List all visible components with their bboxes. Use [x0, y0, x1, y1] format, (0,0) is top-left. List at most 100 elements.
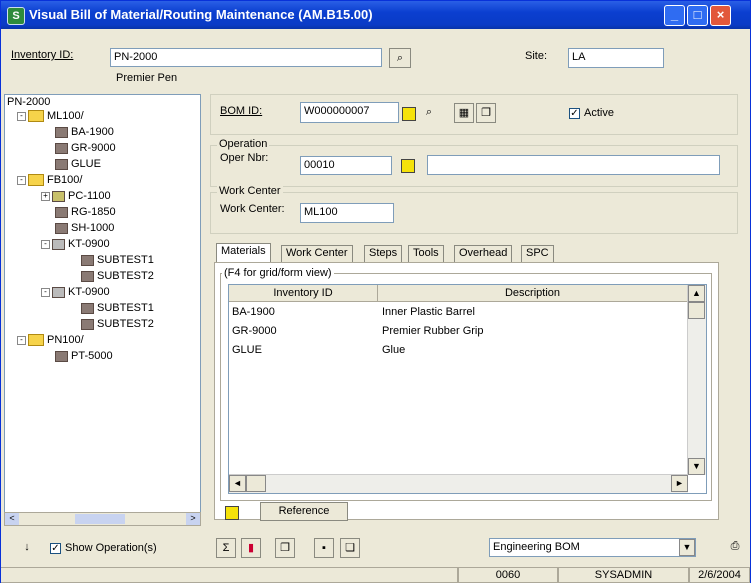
part-icon — [55, 142, 68, 154]
copy-icon[interactable]: ❐ — [476, 103, 496, 123]
paste-icon[interactable]: ❏ — [340, 538, 360, 558]
part-icon — [55, 222, 68, 234]
grid-cell[interactable]: BA-1900 — [232, 306, 275, 318]
tab-tools[interactable]: Tools — [408, 245, 444, 262]
workcenter-group: Work Center Work Center: ML100 — [210, 185, 738, 234]
tree-root[interactable]: PN-2000 — [7, 95, 50, 109]
bom-tree[interactable]: PN-2000 - ML100/ BA-1900 GR-9000 GLUE - FB… — [4, 94, 201, 513]
close-button[interactable]: × — [710, 5, 731, 26]
bom-id-label: BOM ID: — [220, 105, 263, 117]
active-checkbox[interactable]: ✓ Active — [569, 107, 614, 119]
tree-node[interactable]: - ML100/ — [17, 109, 84, 123]
tree-node[interactable]: SUBTEST2 — [81, 317, 154, 331]
column-header-description[interactable]: Description — [378, 285, 688, 302]
show-operations-checkbox[interactable]: ✓ Show Operation(s) — [50, 542, 157, 554]
maximize-button[interactable]: □ — [687, 5, 708, 26]
grid-cell[interactable]: GLUE — [232, 344, 262, 356]
operation-group: Operation Oper Nbr: 00010 — [210, 138, 738, 187]
part-icon — [55, 350, 68, 362]
binoculars-icon[interactable]: ⌕ — [419, 103, 439, 123]
tree-node[interactable]: SH-1000 — [55, 221, 114, 235]
save-icon[interactable]: ▪ — [314, 538, 334, 558]
site-label: Site: — [525, 50, 548, 62]
tab-steps[interactable]: Steps — [364, 245, 403, 262]
scroll-thumb[interactable] — [688, 302, 705, 319]
copy-icon[interactable]: ❐ — [275, 538, 295, 558]
scroll-right-arrow-icon[interactable]: > — [186, 513, 200, 525]
tab-spc[interactable]: SPC — [521, 245, 554, 262]
tree-node[interactable]: RG-1850 — [55, 205, 116, 219]
tree-node[interactable]: GR-9000 — [55, 141, 116, 155]
sum-icon[interactable]: Σ — [216, 538, 236, 558]
scroll-left-arrow-icon[interactable]: < — [5, 513, 19, 525]
tree-hscrollbar[interactable]: < > — [4, 512, 201, 526]
tab-work-center[interactable]: Work Center — [281, 245, 353, 262]
oper-nbr-label: Oper Nbr: — [220, 152, 269, 164]
folder-icon — [28, 174, 44, 187]
folder-icon — [28, 110, 44, 123]
grid-hint: (F4 for grid/form view) — [222, 267, 334, 279]
workcenter-field[interactable]: ML100 — [300, 203, 394, 223]
part-icon — [81, 254, 94, 266]
chart-icon[interactable]: ▮ — [241, 538, 261, 558]
operation-description-field[interactable] — [427, 155, 720, 175]
folder-icon — [28, 334, 44, 347]
chevron-down-icon[interactable]: ▼ — [679, 539, 695, 556]
note-icon[interactable] — [401, 159, 415, 173]
bom-type-select[interactable]: Engineering BOM — [489, 538, 696, 557]
materials-grid[interactable]: Inventory ID Description BA-1900 Inner P… — [228, 284, 707, 494]
tree-node[interactable]: GLUE — [55, 157, 101, 171]
tree-node[interactable]: PT-5000 — [55, 349, 113, 363]
inventory-id-field[interactable]: PN-2000 — [110, 48, 382, 67]
minimize-button[interactable]: _ — [664, 5, 685, 26]
title-bar[interactable]: S Visual Bill of Material/Routing Mainte… — [1, 1, 750, 29]
kit-icon — [52, 238, 65, 250]
tree-node[interactable]: SUBTEST2 — [81, 269, 154, 283]
note-icon[interactable] — [225, 506, 239, 520]
binoculars-icon[interactable]: ⌕ — [389, 48, 411, 68]
oper-nbr-field[interactable]: 00010 — [300, 156, 392, 175]
tab-overhead[interactable]: Overhead — [454, 245, 513, 262]
part-icon — [55, 126, 68, 138]
grid-hscrollbar[interactable]: ◄ ► — [229, 474, 688, 493]
grid-cell[interactable]: GR-9000 — [232, 325, 277, 337]
tree-node[interactable]: - KT-0900 — [41, 285, 110, 299]
window-title: Visual Bill of Material/Routing Maintena… — [29, 7, 373, 22]
grid-icon[interactable]: ▦ — [454, 103, 474, 123]
scroll-left-arrow-icon[interactable]: ◄ — [229, 475, 246, 492]
grid-cell[interactable]: Glue — [382, 344, 405, 356]
workcenter-legend: Work Center — [217, 185, 283, 197]
scroll-thumb[interactable] — [75, 514, 125, 524]
inventory-id-label: Inventory ID: — [11, 49, 74, 61]
column-header-inventory-id[interactable]: Inventory ID — [229, 285, 378, 302]
scroll-thumb[interactable] — [246, 475, 266, 492]
tree-node[interactable]: + PC-1100 — [41, 189, 111, 203]
tab-materials[interactable]: Materials — [216, 243, 271, 263]
reference-button[interactable]: Reference — [260, 502, 348, 521]
note-icon[interactable] — [402, 107, 416, 121]
app-icon: S — [7, 7, 25, 25]
tree-node[interactable]: - KT-0900 — [41, 237, 110, 251]
scroll-right-arrow-icon[interactable]: ► — [671, 475, 688, 492]
tree-node[interactable]: SUBTEST1 — [81, 253, 154, 267]
part-icon — [81, 302, 94, 314]
tree-node[interactable]: SUBTEST1 — [81, 301, 154, 315]
part-icon — [81, 270, 94, 282]
operation-legend: Operation — [217, 138, 270, 150]
tree-node[interactable]: BA-1900 — [55, 125, 114, 139]
tree-node[interactable]: - PN100/ — [17, 333, 84, 347]
bom-id-field[interactable]: W000000007 — [300, 102, 399, 123]
assembly-icon — [52, 190, 65, 202]
grid-vscrollbar[interactable]: ▲ ▼ — [687, 285, 706, 475]
printer-icon[interactable]: ⎙ — [725, 537, 745, 557]
scroll-down-arrow-icon[interactable]: ▼ — [688, 458, 705, 475]
status-user: SYSADMIN — [558, 567, 689, 583]
grid-cell[interactable]: Premier Rubber Grip — [382, 325, 483, 337]
part-icon — [55, 158, 68, 170]
scroll-up-arrow-icon[interactable]: ▲ — [688, 285, 705, 302]
tree-node[interactable]: - FB100/ — [17, 173, 82, 187]
sort-icon[interactable]: ↓ — [17, 538, 37, 558]
workcenter-label: Work Center: — [220, 203, 285, 215]
grid-cell[interactable]: Inner Plastic Barrel — [382, 306, 475, 318]
site-field[interactable]: LA — [568, 48, 664, 68]
